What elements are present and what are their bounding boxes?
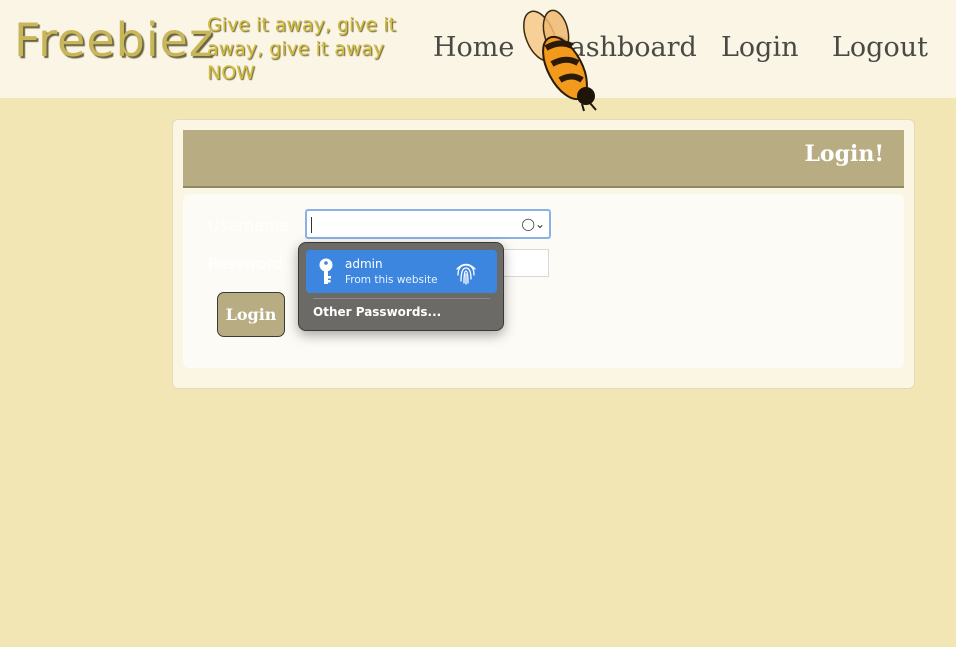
- tagline: Give it away, give it away, give it away…: [207, 14, 396, 84]
- text-caret: [311, 217, 312, 233]
- key-icon: [319, 258, 333, 284]
- keychain-icon[interactable]: ◯⌄: [522, 217, 545, 231]
- nav-home-link[interactable]: Home: [433, 30, 514, 66]
- nav-logout-link[interactable]: Logout: [832, 30, 928, 66]
- card-header: Login!: [183, 130, 904, 188]
- other-passwords-item[interactable]: Other Passwords...: [313, 305, 441, 320]
- brand-logo[interactable]: Freebiez: [14, 12, 214, 68]
- card-title: Login!: [804, 141, 884, 167]
- fingerprint-icon: [456, 263, 476, 285]
- username-label: Username: [208, 216, 290, 235]
- autofill-username: admin: [345, 257, 383, 271]
- bee-mascot-icon: [523, 9, 597, 112]
- login-button[interactable]: Login: [217, 292, 285, 337]
- password-autofill-popup: admin From this website Other Passwords.…: [298, 242, 504, 331]
- nav-login-link[interactable]: Login: [721, 30, 799, 66]
- autofill-source: From this website: [345, 274, 438, 286]
- autofill-divider: [313, 298, 490, 299]
- password-label: Password: [208, 254, 283, 273]
- autofill-suggestion-admin[interactable]: admin From this website: [306, 250, 497, 293]
- username-input[interactable]: ◯⌄: [305, 209, 551, 239]
- site-header: Freebiez Give it away, give it away, giv…: [0, 0, 956, 112]
